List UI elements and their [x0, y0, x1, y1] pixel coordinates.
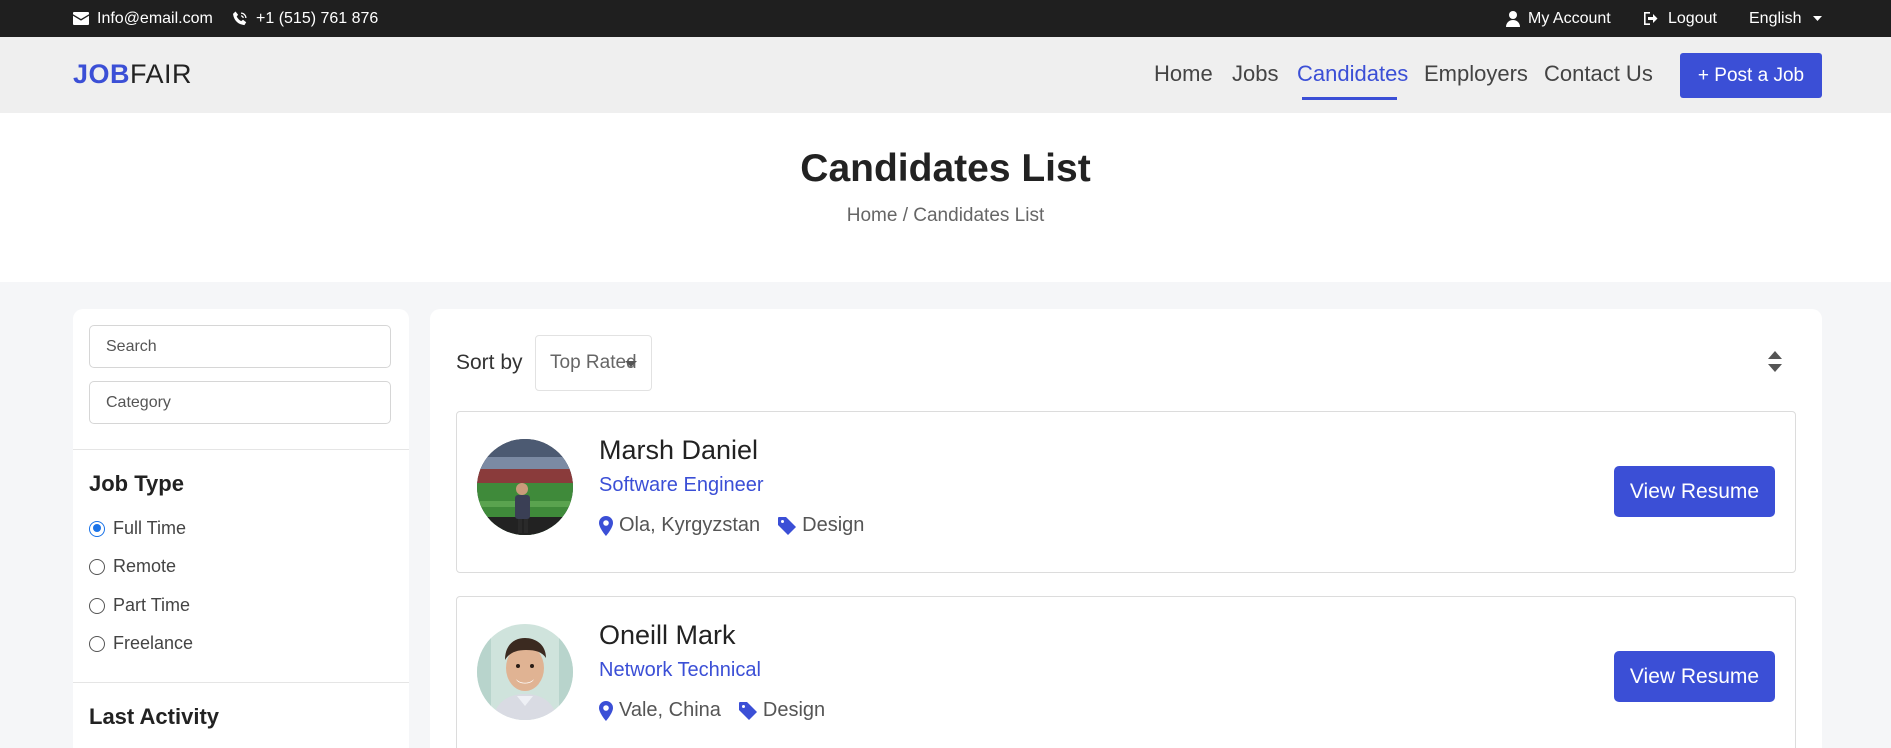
tag-icon — [778, 516, 797, 535]
user-icon — [1506, 10, 1520, 27]
avatar — [477, 439, 573, 535]
caret-down-icon — [625, 361, 637, 367]
search-input[interactable] — [89, 325, 391, 368]
caret-down-icon — [1813, 16, 1823, 21]
post-job-button[interactable]: + Post a Job — [1680, 53, 1822, 98]
nav-candidates[interactable]: Candidates — [1297, 61, 1408, 87]
sidebar-divider — [73, 449, 409, 450]
candidate-name[interactable]: Oneill Mark — [599, 620, 736, 651]
candidate-meta: Ola, Kyrgyzstan Design — [599, 514, 864, 537]
job-type-label: Part Time — [113, 595, 191, 615]
active-nav-indicator — [1302, 97, 1397, 100]
my-account-label: My Account — [1528, 9, 1611, 27]
logout-icon — [1644, 12, 1658, 25]
job-type-label: Remote — [113, 556, 177, 576]
tag-icon — [738, 701, 757, 720]
sort-label: Sort by — [456, 351, 523, 374]
radio-button-checked[interactable] — [89, 520, 105, 537]
logo-regular: FAIR — [130, 59, 193, 89]
logo[interactable]: JOBFAIR — [73, 59, 192, 90]
logo-bold: JOB — [73, 59, 131, 89]
candidate-role: Network Technical — [599, 659, 761, 681]
job-type-label: Freelance — [113, 633, 194, 653]
job-type-remote[interactable]: Remote — [89, 556, 176, 577]
page-header: Candidates List Home / Candidates List — [0, 113, 1891, 282]
logout-link[interactable]: Logout — [1643, 0, 1717, 37]
job-type-full-time[interactable]: Full Time — [89, 518, 186, 539]
email-text: Info@email.com — [97, 9, 213, 27]
envelope-icon — [73, 12, 89, 25]
radio-button[interactable] — [89, 635, 105, 652]
view-resume-button[interactable]: View Resume — [1614, 651, 1775, 702]
job-type-freelance[interactable]: Freelance — [89, 633, 193, 654]
email-link[interactable]: Info@email.com — [73, 0, 213, 37]
candidate-category: Design — [802, 514, 865, 536]
location-pin-icon — [599, 515, 613, 536]
logout-label: Logout — [1668, 9, 1717, 27]
category-input[interactable] — [89, 381, 391, 424]
my-account-link[interactable]: My Account — [1506, 0, 1611, 37]
nav-home[interactable]: Home — [1154, 61, 1213, 87]
nav-jobs[interactable]: Jobs — [1232, 61, 1278, 87]
phone-text: +1 (515) 761 876 — [256, 9, 379, 27]
nav-employers[interactable]: Employers — [1424, 61, 1528, 87]
filter-sidebar: Job Type Full Time Remote Part Time Free… — [73, 309, 409, 748]
nav-contact-us[interactable]: Contact Us — [1544, 61, 1653, 87]
candidate-meta: Vale, China Design — [599, 699, 825, 722]
radio-button[interactable] — [89, 558, 105, 575]
phone-link[interactable]: +1 (515) 761 876 — [232, 0, 378, 37]
navbar: JOBFAIR Home Jobs Candidates Employers C… — [0, 37, 1891, 113]
avatar — [477, 624, 573, 720]
sidebar-divider — [73, 682, 409, 683]
candidate-card: Marsh Daniel Software Engineer Ola, Kyrg… — [456, 411, 1796, 573]
job-type-part-time[interactable]: Part Time — [89, 595, 190, 616]
phone-icon — [233, 11, 247, 25]
breadcrumb: Home / Candidates List — [846, 205, 1045, 226]
job-type-label: Full Time — [113, 518, 187, 538]
candidate-role: Software Engineer — [599, 474, 764, 496]
radio-button[interactable] — [89, 597, 105, 614]
sort-value: Top Rated — [550, 352, 637, 373]
candidate-card: Oneill Mark Network Technical Vale, Chin… — [456, 596, 1796, 748]
top-bar: Info@email.com +1 (515) 761 876 My Accou… — [0, 0, 1891, 37]
candidate-name[interactable]: Marsh Daniel — [599, 435, 758, 466]
location-pin-icon — [599, 700, 613, 721]
candidate-category: Design — [762, 699, 826, 721]
sort-select[interactable]: Top Rated — [535, 335, 652, 391]
last-activity-heading: Last Activity — [89, 704, 220, 729]
job-type-heading: Job Type — [89, 471, 184, 496]
candidate-location: Vale, China — [619, 699, 721, 721]
view-resume-button[interactable]: View Resume — [1614, 466, 1775, 517]
candidate-location: Ola, Kyrgyzstan — [619, 514, 761, 536]
language-dropdown[interactable]: English — [1749, 0, 1823, 37]
candidates-panel: Sort by Top Rated Marsh Daniel Software … — [430, 309, 1822, 748]
language-label: English — [1749, 9, 1802, 27]
sort-icon[interactable] — [1768, 351, 1782, 372]
page-title: Candidates List — [800, 147, 1091, 190]
